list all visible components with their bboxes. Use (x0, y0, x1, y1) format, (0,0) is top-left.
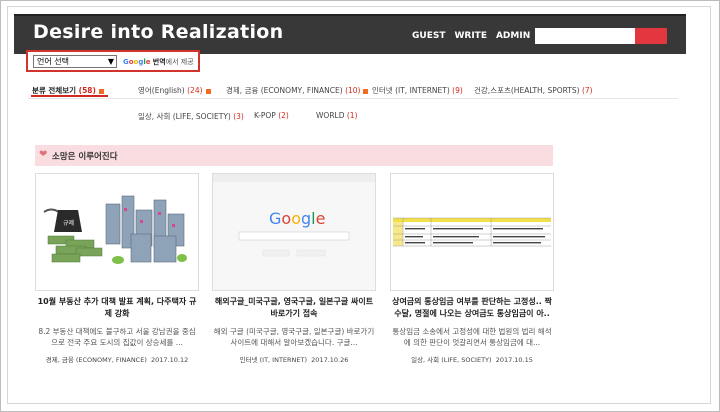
post-summary: 해외 구글 (미국구글, 영국구글, 일본구글) 바로가기 사이트에 대해서 알… (213, 327, 375, 347)
post-category[interactable]: 일상, 사회 (LIFE, SOCIETY) (411, 356, 491, 364)
language-select-value: 언어 선택 (37, 57, 69, 66)
post-card[interactable]: 규제 10월 부동산 추가 대책 발표 계획, 다주택자 규제 강화 8.2 부… (35, 173, 199, 364)
post-card[interactable]: 상여금의 통상임금 여부를 판단하는 고정성.. 짝수달, 명절에 나오는 상여… (390, 173, 554, 364)
post-category[interactable]: 경제, 금융 (ECONOMY, FINANCE) (46, 356, 147, 364)
search-button[interactable] (635, 28, 667, 44)
category-english[interactable]: 영어(English) (24) (138, 85, 211, 96)
search-input[interactable] (535, 28, 635, 44)
post-date: 2017.10.26 (311, 356, 349, 364)
post-summary: 통상임금 소송에서 고정성에 대한 법원의 법리 해석에 의한 판단이 엇갈리면… (392, 327, 552, 347)
header-bar: Desire into Realization GUEST WRITE ADMI… (14, 14, 686, 54)
post-summary: 8.2 부동산 대책에도 불구하고 서울 강남권을 중심으로 전국 주요 도시의… (38, 327, 196, 347)
category-count: (2) (278, 111, 289, 120)
category-label: K-POP (254, 111, 276, 120)
category-world[interactable]: WORLD (1) (316, 111, 358, 120)
section-title: 소망은 이루어진다 (52, 152, 118, 162)
post-meta: 일상, 사회 (LIFE, SOCIETY) 2017.10.15 (390, 354, 554, 364)
post-title[interactable]: 10월 부동산 추가 대책 발표 계획, 다주택자 규제 강화 (35, 296, 199, 320)
wage-table-image (391, 174, 553, 290)
heart-icon: ❤ (39, 149, 48, 160)
real-estate-illustration: 규제 (36, 174, 198, 290)
new-badge-icon (363, 88, 369, 94)
post-title[interactable]: 상여금의 통상임금 여부를 판단하는 고정성.. 짝수달, 명절에 나오는 상여… (390, 296, 554, 320)
post-card[interactable]: Google 해외구글_미국구글, 영국구글, 일본구글 싸이트 바로가기 접속… (212, 173, 376, 364)
category-count: (58) (78, 86, 96, 95)
new-badge-icon (98, 88, 104, 94)
new-badge-icon (205, 88, 211, 94)
nav-guest[interactable]: GUEST (412, 31, 445, 41)
nav-write[interactable]: WRITE (454, 31, 487, 41)
category-count: (10) (345, 86, 361, 95)
category-label: 건강,스포츠(HEALTH, SPORTS) (474, 86, 580, 95)
category-label: WORLD (316, 111, 345, 120)
category-life[interactable]: 일상, 사회 (LIFE, SOCIETY) (3) (138, 111, 244, 122)
header-nav: GUEST WRITE ADMIN (412, 31, 530, 41)
weight-label: 규제 (63, 219, 74, 227)
post-category[interactable]: 인터넷 (IT, INTERNET) (240, 356, 307, 364)
category-count: (24) (187, 86, 203, 95)
post-meta: 경제, 금융 (ECONOMY, FINANCE) 2017.10.12 (35, 354, 199, 364)
post-date: 2017.10.15 (495, 356, 533, 364)
category-kpop[interactable]: K-POP (2) (254, 111, 289, 120)
category-label: 영어(English) (138, 86, 185, 95)
category-count: (1) (346, 111, 358, 120)
post-thumbnail[interactable]: Google (212, 173, 376, 291)
active-tab-indicator (31, 95, 108, 97)
category-count: (3) (233, 112, 244, 121)
category-count: (9) (452, 86, 463, 95)
post-title[interactable]: 해외구글_미국구글, 영국구글, 일본구글 싸이트 바로가기 접속 (212, 296, 376, 320)
post-date: 2017.10.12 (151, 356, 189, 364)
post-meta: 인터넷 (IT, INTERNET) 2017.10.26 (212, 354, 376, 364)
category-count: (7) (581, 86, 593, 95)
section-header: ❤ 소망은 이루어진다 (35, 145, 553, 166)
category-label: 분류 전체보기 (32, 86, 77, 95)
google-logo: Google (123, 58, 151, 66)
category-label: 인터넷 (IT, INTERNET) (372, 86, 450, 95)
category-label: 일상, 사회 (LIFE, SOCIETY) (138, 112, 231, 121)
category-health[interactable]: 건강,스포츠(HEALTH, SPORTS) (7) (474, 85, 593, 96)
chevron-down-icon: ▼ (107, 57, 114, 66)
google-translate-credit: Google 번역에서 제공 (123, 57, 194, 67)
google-logo-text: Google (269, 209, 325, 228)
translate-widget: 언어 선택 ▼ Google 번역에서 제공 (26, 50, 200, 72)
language-select[interactable]: 언어 선택 ▼ (33, 55, 117, 68)
translate-suffix: 에서 제공 (165, 58, 194, 66)
blog-title[interactable]: Desire into Realization (33, 21, 283, 43)
category-internet[interactable]: 인터넷 (IT, INTERNET) (9) (372, 85, 463, 96)
google-homepage-screenshot: Google (213, 174, 375, 290)
translate-link[interactable]: 번역 (153, 58, 166, 66)
category-label: 경제, 금융 (ECONOMY, FINANCE) (226, 86, 343, 95)
nav-admin[interactable]: ADMIN (496, 31, 530, 41)
post-thumbnail[interactable]: 규제 (35, 173, 199, 291)
post-thumbnail[interactable] (390, 173, 554, 291)
category-economy[interactable]: 경제, 금융 (ECONOMY, FINANCE) (10) (226, 85, 369, 96)
category-divider (28, 98, 678, 99)
